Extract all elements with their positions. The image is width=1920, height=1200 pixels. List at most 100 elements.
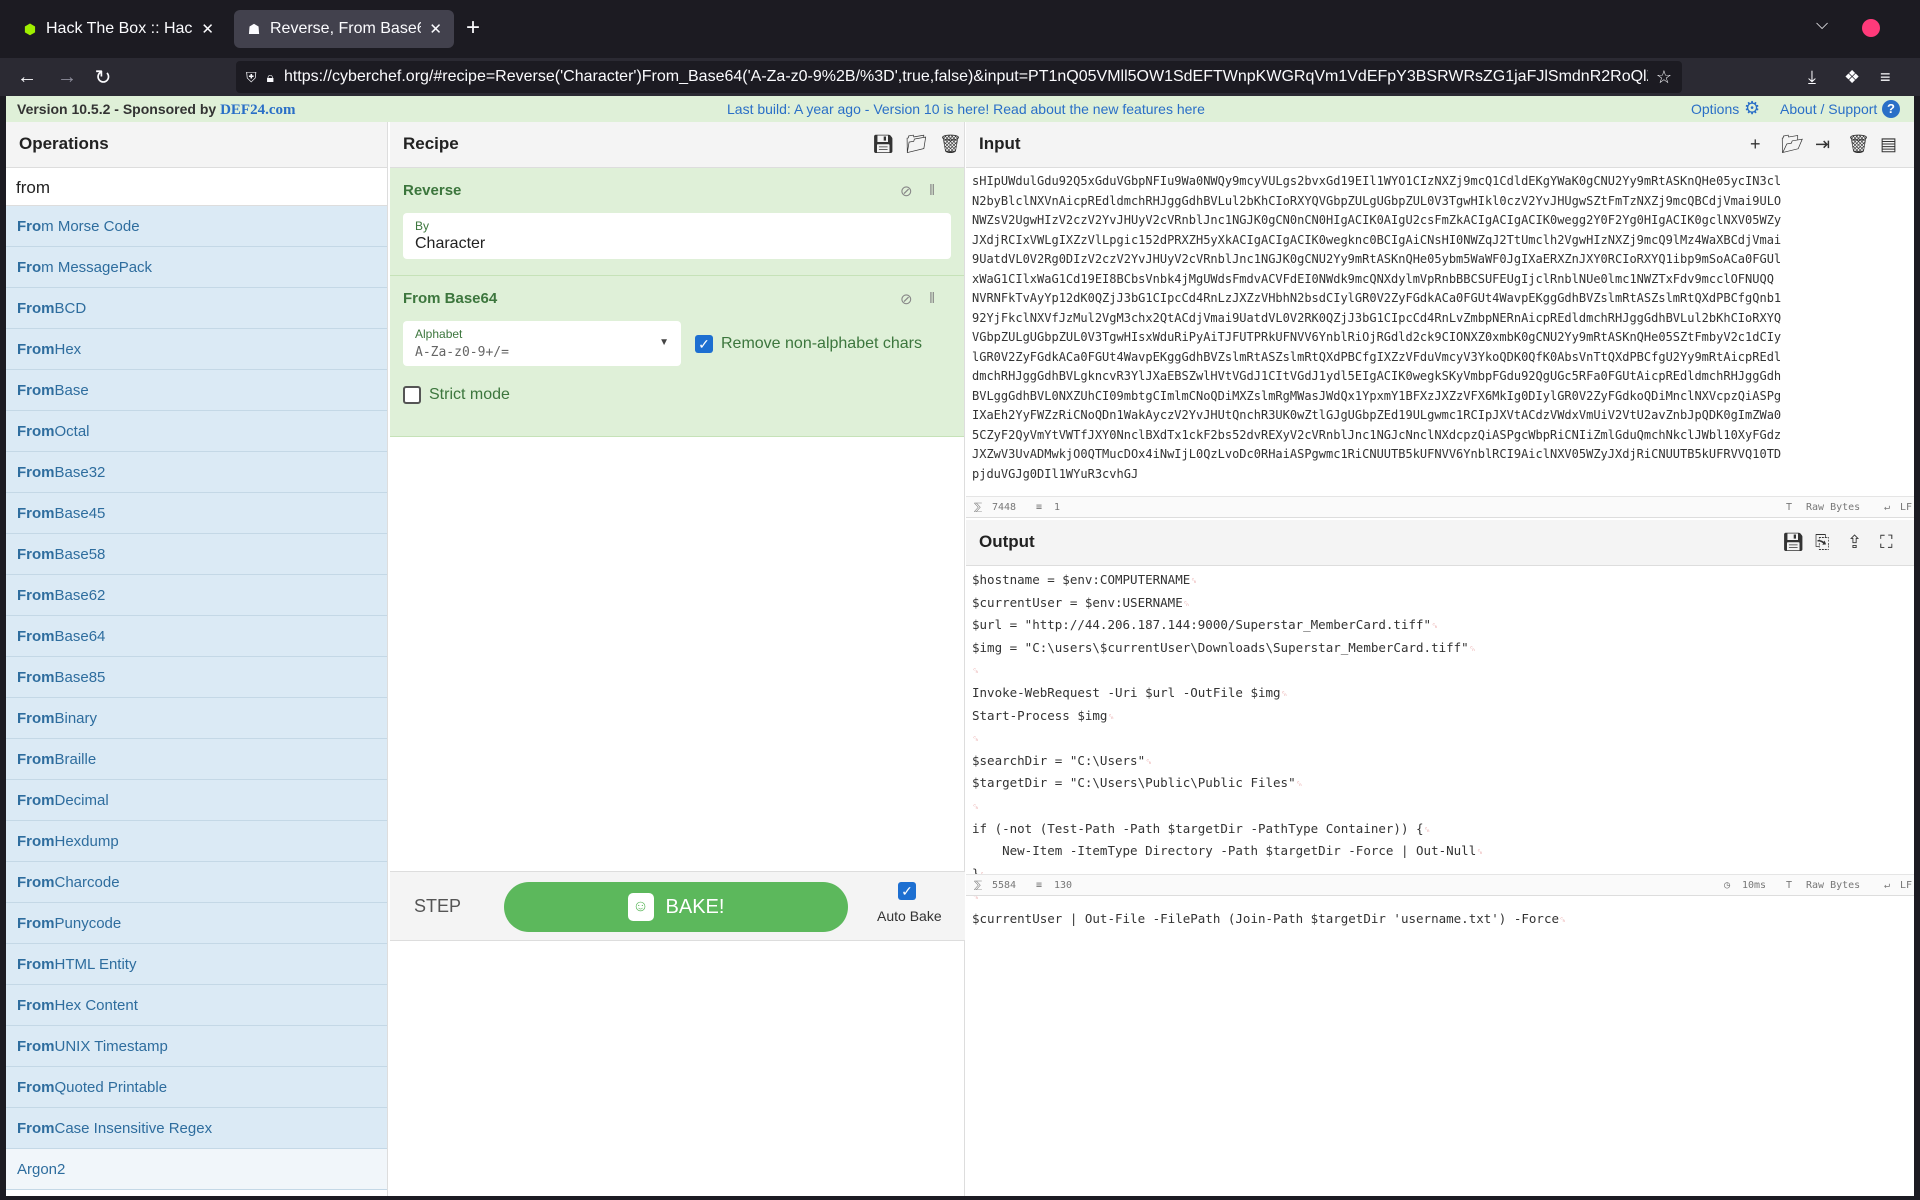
operation-item[interactable]: From Hex Content: [6, 985, 387, 1026]
extensions-icon[interactable]: ❖: [1844, 67, 1860, 88]
trash-icon[interactable]: 🗑︎: [939, 134, 962, 155]
line-end-marker: ␍: [1468, 644, 1476, 655]
output-line-text: if (-not (Test-Path -Path $targetDir -Pa…: [972, 820, 1424, 836]
operation-item[interactable]: Argon2: [6, 1149, 387, 1190]
operation-label: Binary: [54, 709, 98, 727]
operations-search-input[interactable]: from: [6, 168, 387, 206]
disable-icon[interactable]: ⊘: [900, 182, 913, 200]
by-select[interactable]: By Character: [403, 213, 951, 259]
step-button[interactable]: STEP: [414, 896, 461, 917]
operation-item[interactable]: From Base58: [6, 534, 387, 575]
pause-icon[interactable]: ‖: [929, 290, 935, 307]
close-icon[interactable]: ✕: [201, 20, 214, 38]
operation-item[interactable]: From Base62: [6, 575, 387, 616]
profile-icon[interactable]: [1862, 19, 1880, 37]
operation-label: Octal: [54, 422, 90, 440]
gear-icon[interactable]: ⚙: [1744, 98, 1760, 119]
operation-item[interactable]: From Punycode: [6, 903, 387, 944]
output-line-text: $targetDir = "C:\Users\Public\Public Fil…: [972, 775, 1296, 791]
text-format-icon[interactable]: T: [1786, 502, 1792, 513]
operation-label: Base: [54, 381, 89, 399]
url-bar[interactable]: ⛨ 🔒︎ https://cyberchef.org/#recipe=Rever…: [236, 61, 1682, 93]
operation-item[interactable]: From Base64: [6, 616, 387, 657]
back-icon[interactable]: ←: [14, 64, 40, 90]
chevron-down-icon[interactable]: ⌵: [1816, 16, 1828, 34]
tab-hack-the-box[interactable]: ⬢ Hack The Box :: Hack The B ✕: [10, 10, 226, 48]
operation-item[interactable]: From BCD: [6, 288, 387, 329]
operation-item[interactable]: Fro m Morse Code: [6, 206, 387, 247]
layout-icon[interactable]: ▤: [1880, 134, 1897, 155]
operation-item[interactable]: From Hexdump: [6, 821, 387, 862]
close-icon[interactable]: ✕: [429, 20, 442, 38]
forward-icon[interactable]: →: [54, 64, 80, 90]
eol-icon[interactable]: ↵: [1884, 880, 1890, 891]
options-link[interactable]: Options: [1691, 101, 1739, 117]
operation-item[interactable]: From Base32: [6, 452, 387, 493]
maximize-icon[interactable]: ⛶: [1880, 532, 1893, 553]
operation-label: Base32: [54, 463, 106, 481]
about-support-link[interactable]: About / Support: [1780, 101, 1877, 117]
download-icon[interactable]: ⤓: [1808, 67, 1816, 88]
auto-bake-checkbox[interactable]: ✓: [898, 882, 916, 900]
operation-item[interactable]: From HTML Entity: [6, 944, 387, 985]
output-eol[interactable]: LF: [1900, 880, 1912, 891]
output-format[interactable]: Raw Bytes: [1806, 880, 1860, 891]
operation-item[interactable]: From UNIX Timestamp: [6, 1026, 387, 1067]
alphabet-select[interactable]: Alphabet A-Za-z0-9+/= ▼: [403, 321, 681, 366]
operation-item[interactable]: From Decimal: [6, 780, 387, 821]
url-text[interactable]: https://cyberchef.org/#recipe=Reverse('C…: [284, 68, 1648, 86]
pause-icon[interactable]: ‖: [929, 182, 935, 199]
replace-input-icon[interactable]: ⇪: [1847, 532, 1862, 553]
output-line-text: $currentUser = $env:USERNAME: [972, 594, 1183, 610]
eol-icon[interactable]: ↵: [1884, 502, 1890, 513]
lock-icon[interactable]: 🔒︎: [267, 69, 274, 86]
shield-icon[interactable]: ⛨: [246, 69, 257, 86]
save-icon[interactable]: 💾︎: [872, 134, 895, 155]
add-tab-icon[interactable]: +: [1750, 134, 1761, 155]
help-icon[interactable]: ?: [1882, 100, 1900, 118]
operation-item[interactable]: From Base45: [6, 493, 387, 534]
menu-icon[interactable]: ≡: [1880, 67, 1891, 88]
trash-icon[interactable]: 🗑︎: [1847, 134, 1870, 155]
operation-item[interactable]: From Case Insensitive Regex: [6, 1108, 387, 1149]
folder-icon[interactable]: 📁︎: [905, 134, 928, 155]
copy-icon[interactable]: ⎘: [1815, 532, 1829, 553]
input-eol[interactable]: LF: [1900, 502, 1912, 513]
new-tab-icon[interactable]: +: [466, 14, 480, 42]
operation-item[interactable]: From Hex: [6, 329, 387, 370]
operation-item[interactable]: From Braille: [6, 739, 387, 780]
disable-icon[interactable]: ⊘: [900, 290, 913, 308]
strict-mode-checkbox[interactable]: [403, 386, 421, 404]
remove-non-alphabet-checkbox[interactable]: ✓: [695, 334, 713, 353]
tab-cyberchef[interactable]: ☗ Reverse, From Base64 - C ✕: [234, 10, 454, 48]
recipe-op-reverse[interactable]: Reverse ⊘ ‖ By Character: [390, 168, 964, 276]
browser-tab-bar: ⬢ Hack The Box :: Hack The B ✕ ☗ Reverse…: [0, 0, 1920, 58]
operation-item[interactable]: From Binary: [6, 698, 387, 739]
operation-item[interactable]: Fro m MessagePack: [6, 247, 387, 288]
input-format[interactable]: Raw Bytes: [1806, 502, 1860, 513]
operation-item[interactable]: From Base85: [6, 657, 387, 698]
recipe-op-from-base64[interactable]: From Base64 ⊘ ‖ Alphabet A-Za-z0-9+/= ▼ …: [390, 276, 964, 437]
output-line: $searchDir = "C:\Users"␍: [972, 751, 1908, 774]
sponsor-link[interactable]: DEF24.com: [220, 102, 295, 118]
output-line-text: Start-Process $img: [972, 707, 1108, 723]
star-icon[interactable]: ☆: [1656, 67, 1672, 88]
operation-item[interactable]: From Octal: [6, 411, 387, 452]
input-textarea[interactable]: sHIpUWdulGdu92Q5xGduVGbpNFIu9Wa0NWQy9mcy…: [966, 168, 1914, 496]
line-end-marker: ␍: [972, 802, 980, 813]
output-textarea[interactable]: $hostname = $env:COMPUTERNAME␍ $currentUs…: [966, 566, 1914, 926]
operation-match: From: [17, 422, 55, 440]
banner: Version 10.5.2 - Sponsored by DEF24.com …: [6, 96, 1914, 122]
save-icon[interactable]: 💾︎: [1782, 532, 1805, 553]
caret-down-icon[interactable]: ▼: [659, 337, 669, 348]
bake-button[interactable]: ☺ BAKE!: [504, 882, 848, 932]
operation-item[interactable]: From Charcode: [6, 862, 387, 903]
reload-icon[interactable]: ↻: [90, 64, 116, 90]
last-build-link[interactable]: Last build: A year ago - Version 10 is h…: [727, 101, 1205, 117]
output-line: ␍: [972, 728, 1908, 751]
operation-item[interactable]: From Base: [6, 370, 387, 411]
open-file-icon[interactable]: ⇥: [1815, 134, 1830, 155]
folder-icon[interactable]: 📂︎: [1781, 134, 1804, 155]
text-format-icon[interactable]: T: [1786, 880, 1792, 891]
operation-item[interactable]: From Quoted Printable: [6, 1067, 387, 1108]
